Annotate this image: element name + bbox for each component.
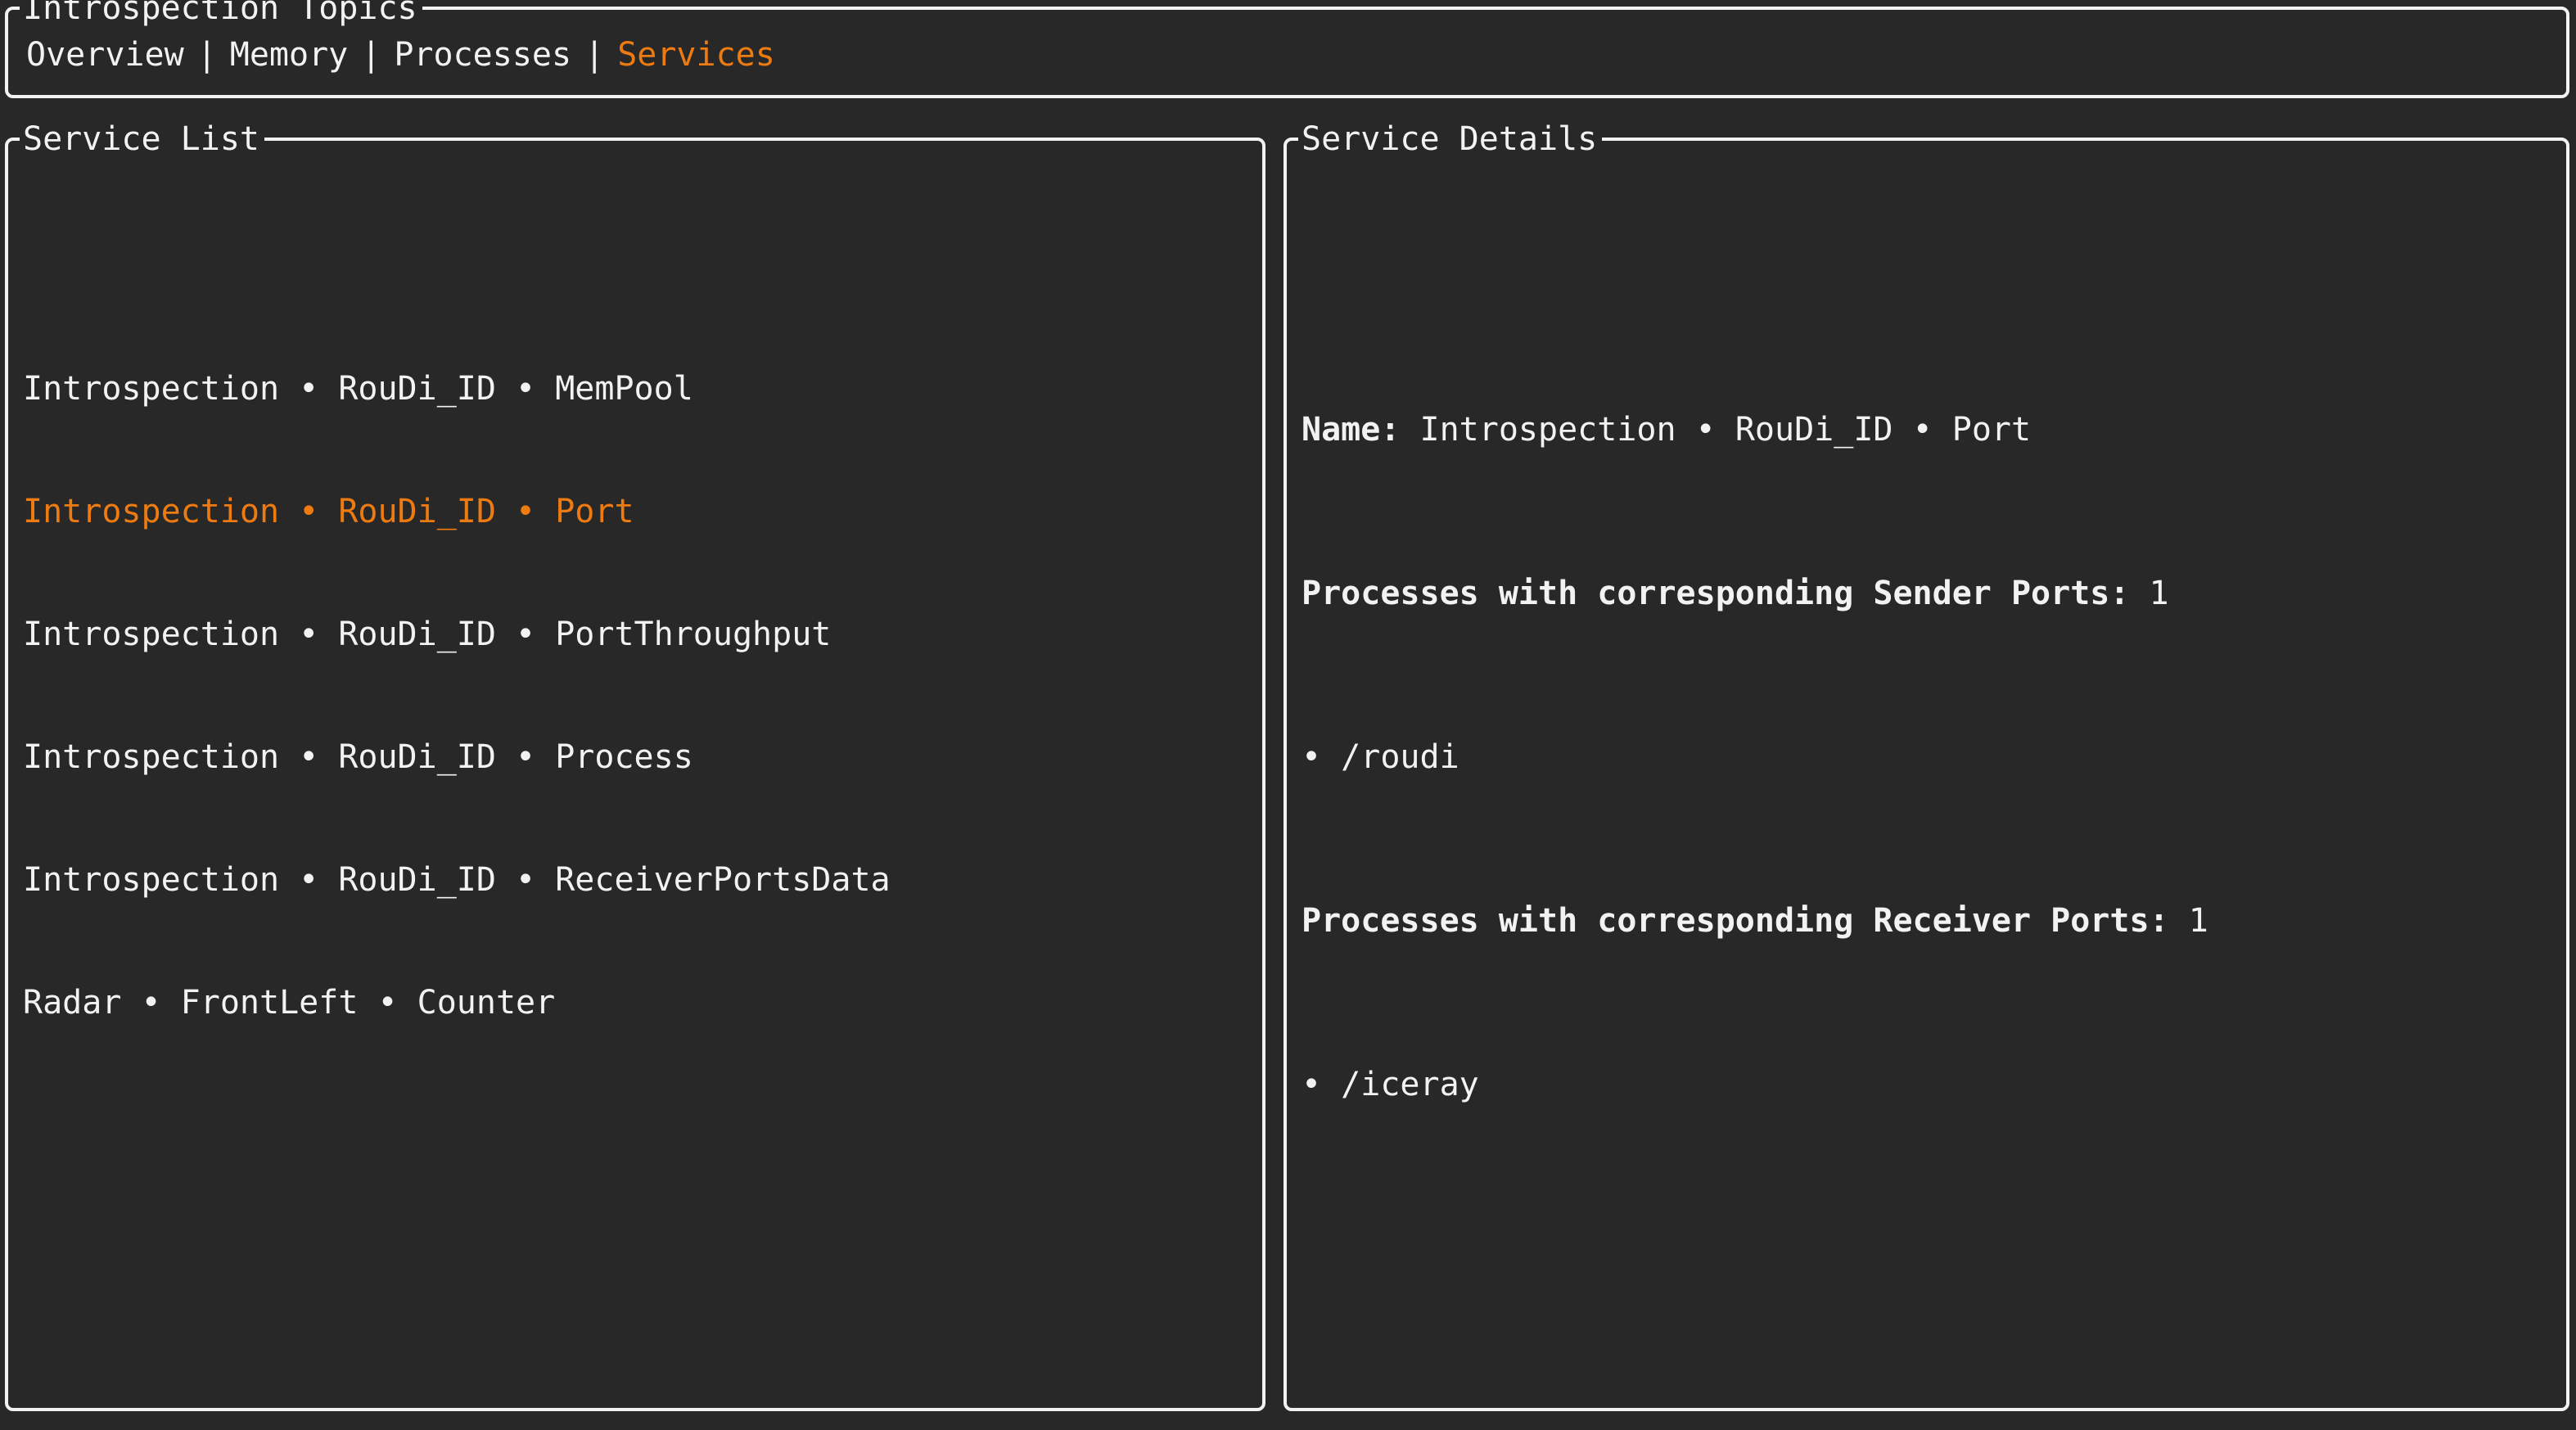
receiver-ports-row: Processes with corresponding Receiver Po… xyxy=(1302,900,2558,941)
tab-overview[interactable]: Overview xyxy=(25,34,186,75)
service-list-panel: Service List Introspection • RouDi_ID • … xyxy=(5,119,1265,1411)
service-list-item[interactable]: Radar • FrontLeft • Counter xyxy=(23,982,1254,1023)
terminal-ui-root: Introspection Topics Overview | Memory |… xyxy=(0,0,2576,1430)
service-details-body: Name: Introspection • RouDi_ID • Port Pr… xyxy=(1287,141,2566,1408)
service-details-lines: Name: Introspection • RouDi_ID • Port Pr… xyxy=(1302,164,2558,1187)
receiver-process-item: • /iceray xyxy=(1302,1066,1479,1103)
service-name-label: Name: xyxy=(1302,411,1401,449)
service-list-item-selected[interactable]: Introspection • RouDi_ID • Port xyxy=(23,491,1254,532)
tab-separator: | xyxy=(584,36,605,74)
service-list-item[interactable]: Introspection • RouDi_ID • Process xyxy=(23,737,1254,778)
sender-process-item: • /roudi xyxy=(1302,738,1459,776)
sender-ports-row: Processes with corresponding Sender Port… xyxy=(1302,573,2558,614)
service-list-item[interactable]: Introspection • RouDi_ID • MemPool xyxy=(23,368,1254,409)
tab-bar: Overview | Memory | Processes | Services xyxy=(25,34,777,75)
introspection-topics-body: Overview | Memory | Processes | Services xyxy=(8,10,2566,95)
introspection-topics-panel: Introspection Topics Overview | Memory |… xyxy=(5,0,2569,98)
service-name-value: Introspection • RouDi_ID • Port xyxy=(1419,411,2032,449)
tab-memory[interactable]: Memory xyxy=(228,34,350,75)
tab-separator: | xyxy=(361,36,381,74)
receiver-ports-count: 1 xyxy=(2188,902,2208,940)
sender-ports-count: 1 xyxy=(2149,575,2169,612)
service-details-panel: Service Details Name: Introspection • Ro… xyxy=(1283,119,2569,1411)
sender-ports-label: Processes with corresponding Sender Port… xyxy=(1302,575,2130,612)
service-list-item[interactable]: Introspection • RouDi_ID • PortThroughpu… xyxy=(23,614,1254,655)
service-list-item[interactable]: Introspection • RouDi_ID • ReceiverPorts… xyxy=(23,859,1254,900)
service-list-lines: Introspection • RouDi_ID • MemPool Intro… xyxy=(23,164,1254,1105)
tab-processes[interactable]: Processes xyxy=(392,34,573,75)
tab-separator: | xyxy=(196,36,217,74)
receiver-ports-label: Processes with corresponding Receiver Po… xyxy=(1302,902,2169,940)
tab-services[interactable]: Services xyxy=(616,34,777,75)
service-list-body: Introspection • RouDi_ID • MemPool Intro… xyxy=(8,141,1262,1408)
service-name-row: Name: Introspection • RouDi_ID • Port xyxy=(1302,409,2558,450)
